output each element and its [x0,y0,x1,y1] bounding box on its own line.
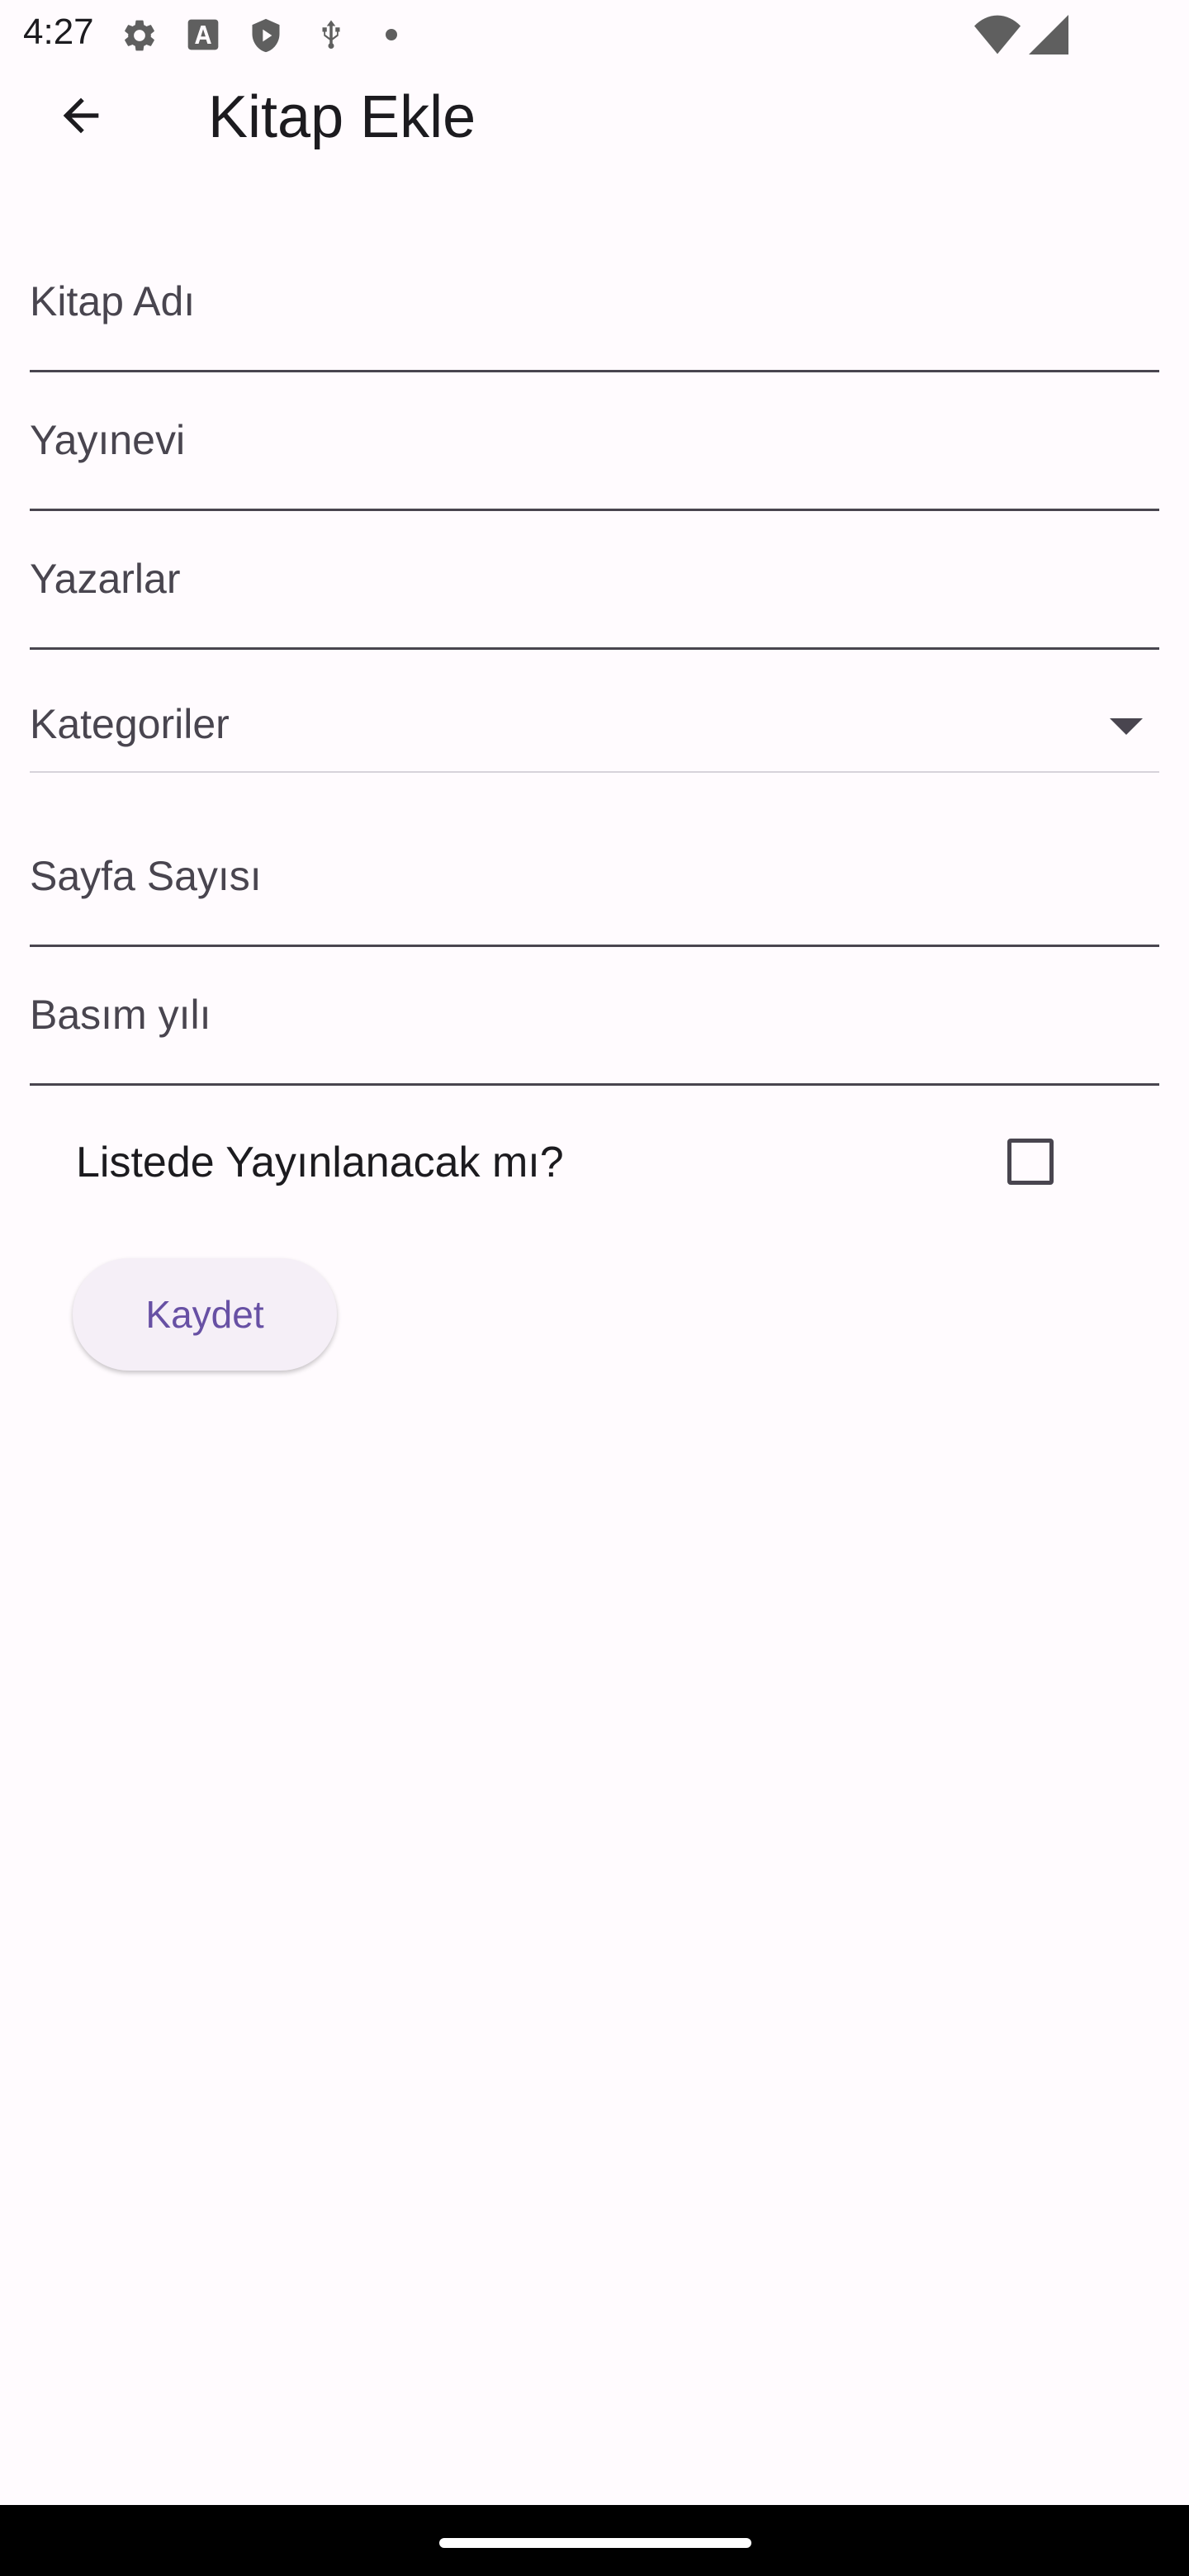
publish-in-list-row[interactable]: Listede Yayınlanacak mı? [0,1123,1189,1205]
print-year-field[interactable]: Basım yılı [30,961,1159,1086]
navigation-bar [0,2505,1189,2576]
print-year-label: Basım yılı [30,992,211,1038]
publisher-field[interactable]: Yayınevi [30,386,1159,511]
page-title: Kitap Ekle [208,84,476,150]
page-count-field[interactable]: Sayfa Sayısı [30,809,1159,947]
back-button[interactable] [40,76,122,159]
dropdown-arrow-icon [1110,718,1143,739]
publish-in-list-checkbox[interactable] [1007,1139,1054,1185]
book-name-label: Kitap Adı [30,278,196,324]
page-count-label: Sayfa Sayısı [30,853,262,899]
authors-field[interactable]: Yazarlar [30,525,1159,650]
categories-dropdown[interactable]: Kategoriler [30,667,1159,773]
book-name-field[interactable]: Kitap Adı [30,248,1159,372]
authors-label: Yazarlar [30,556,181,602]
publisher-label: Yayınevi [30,417,186,463]
app-bar: Kitap Ekle [0,0,1189,154]
save-button[interactable]: Kaydet [73,1258,337,1371]
categories-label: Kategoriler [30,701,230,747]
home-handle[interactable] [439,2538,751,2548]
arrow-back-icon [54,89,107,146]
publish-in-list-label: Listede Yayınlanacak mı? [76,1139,564,1186]
